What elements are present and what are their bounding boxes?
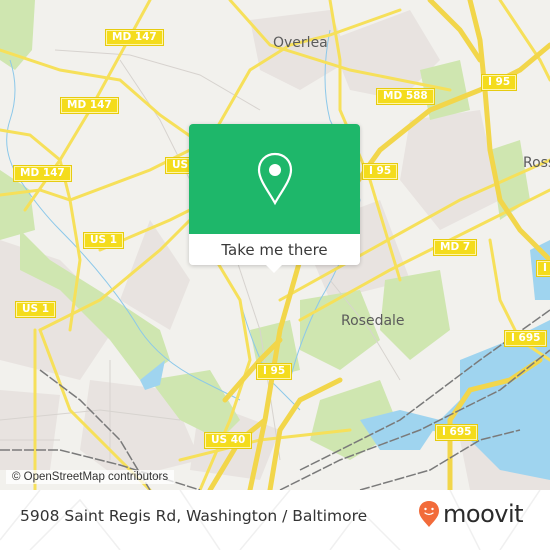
place-label-overlea: Overlea	[273, 35, 328, 51]
place-label-rosedale: Rosedale	[341, 313, 405, 329]
moovit-pin-icon	[419, 501, 439, 527]
route-shield: I 95	[255, 363, 293, 380]
route-shield: MD 147	[105, 29, 164, 46]
destination-popup[interactable]: Take me there	[189, 124, 360, 273]
place-label-ross: Ross	[523, 155, 550, 171]
route-shield: US 1	[14, 301, 57, 318]
route-shield: MD 147	[13, 165, 72, 182]
route-shield: US 40	[203, 432, 253, 449]
route-shield: US 1	[82, 232, 125, 249]
route-shield: MD 7	[432, 239, 478, 256]
route-shield: MD 588	[376, 88, 435, 105]
location-pin-icon	[257, 152, 293, 206]
map-attribution[interactable]: © OpenStreetMap contributors	[6, 470, 175, 484]
footer-bar: 5908 Saint Regis Rd, Washington / Baltim…	[0, 490, 550, 550]
route-shield: MD 147	[60, 97, 119, 114]
moovit-logo[interactable]: moovit	[418, 500, 524, 528]
route-shield: I	[536, 260, 550, 277]
route-shield: I 695	[503, 330, 548, 347]
take-me-there-button[interactable]: Take me there	[189, 234, 360, 265]
destination-address: 5908 Saint Regis Rd, Washington / Baltim…	[20, 507, 368, 525]
route-shield: I 695	[434, 424, 479, 441]
map-view[interactable]: Overlea Rosedale Ross MD 147 MD 147 MD 1…	[0, 0, 550, 490]
popup-header[interactable]	[189, 124, 360, 234]
popup-pointer	[266, 265, 282, 273]
route-shield: I 95	[480, 74, 518, 91]
route-shield: I 95	[361, 163, 399, 180]
moovit-wordmark: moovit	[443, 500, 524, 528]
